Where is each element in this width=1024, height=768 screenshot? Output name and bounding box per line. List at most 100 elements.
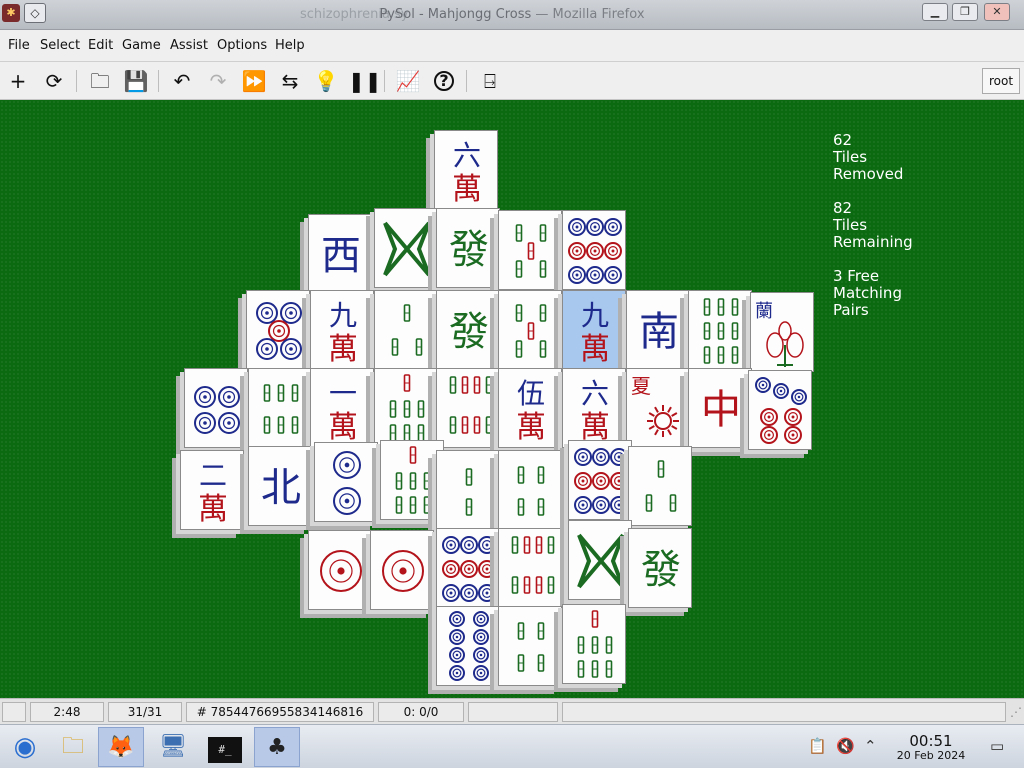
close-button[interactable]: ✕ xyxy=(984,3,1010,21)
maximize-button[interactable]: ❐ xyxy=(952,3,978,21)
tile-bamboo[interactable] xyxy=(568,520,632,600)
user-button[interactable]: root xyxy=(982,68,1020,94)
tile-wind[interactable]: 南 xyxy=(626,290,690,370)
pysol-icon[interactable]: ♣ xyxy=(254,727,300,767)
tile-char[interactable]: 伍萬 xyxy=(498,368,562,448)
tile-dragon[interactable]: 發 xyxy=(436,290,500,370)
rules-icon[interactable]: ? xyxy=(430,68,458,94)
tile-dragon[interactable]: 發 xyxy=(628,528,692,608)
toolbar-separator xyxy=(158,70,159,92)
tile-bamboo[interactable] xyxy=(498,450,562,530)
tile-bamboo[interactable] xyxy=(498,606,562,686)
tile-bamboo[interactable] xyxy=(498,290,562,370)
tile-circles[interactable] xyxy=(370,530,434,610)
tile-flower[interactable]: 蘭 xyxy=(750,292,814,372)
tile-bamboo[interactable] xyxy=(374,290,438,370)
resize-grip-icon[interactable]: ⋰ xyxy=(1010,705,1022,719)
chevron-up-icon[interactable]: ⌃ xyxy=(864,737,877,755)
tile-dragon[interactable]: 中 xyxy=(688,368,752,448)
tile-char[interactable]: 六萬 xyxy=(434,130,498,210)
tile-char[interactable]: 二萬 xyxy=(180,450,244,530)
svg-text:中: 中 xyxy=(701,387,741,433)
tile-bamboo[interactable] xyxy=(562,604,626,684)
menu-game[interactable]: Game xyxy=(122,38,161,53)
clock[interactable]: 00:51 20 Feb 2024 xyxy=(886,733,976,763)
svg-text:六: 六 xyxy=(453,139,481,172)
menu-select[interactable]: Select xyxy=(40,38,80,53)
show-desktop-icon[interactable]: ▭ xyxy=(990,737,1004,755)
tile-circles[interactable] xyxy=(246,290,310,370)
tile-bamboo[interactable] xyxy=(436,368,500,448)
menu-assist[interactable]: Assist xyxy=(170,38,208,53)
menu-options[interactable]: Options xyxy=(217,38,267,53)
tile-circles[interactable] xyxy=(568,440,632,520)
undo-icon[interactable]: ↶ xyxy=(168,68,196,94)
terminal-icon[interactable]: #_ xyxy=(202,727,248,767)
pause-icon[interactable]: ❚❚ xyxy=(348,68,382,94)
tile-circles[interactable] xyxy=(308,530,372,610)
tile-char[interactable]: 九萬 xyxy=(310,290,374,370)
new-game-icon[interactable]: + xyxy=(4,68,32,94)
tile-circles[interactable] xyxy=(562,210,626,290)
status-score: 0: 0/0 xyxy=(378,702,464,722)
tile-circles[interactable] xyxy=(748,370,812,450)
tile-wind[interactable]: 北 xyxy=(248,446,312,526)
clipboard-icon[interactable]: 📋 xyxy=(808,737,827,755)
svg-text:二: 二 xyxy=(199,459,227,492)
menu-edit[interactable]: Edit xyxy=(88,38,113,53)
tile-bamboo[interactable] xyxy=(498,528,562,608)
status-empty-1 xyxy=(468,702,558,722)
window-titlebar: ✱ ◇ schizophrenia sy PySol - Mahjongg Cr… xyxy=(0,0,1024,30)
tile-bamboo[interactable] xyxy=(628,446,692,526)
game-board: 六萬西發九萬發九萬南蘭一萬伍萬六萬夏中二萬北發 62 Tiles Removed 8… xyxy=(0,100,1024,698)
tile-bamboo[interactable] xyxy=(498,210,562,290)
tile-char[interactable]: 九萬 xyxy=(562,290,626,370)
stat-removed: 62 Tiles Removed xyxy=(833,131,904,183)
tile-bamboo[interactable] xyxy=(248,368,312,448)
autodrop-icon[interactable]: ⏩ xyxy=(240,68,268,94)
tile-wind[interactable]: 西 xyxy=(308,214,372,294)
svg-text:南: 南 xyxy=(639,309,679,355)
svg-text:九: 九 xyxy=(581,299,609,332)
tile-bamboo[interactable] xyxy=(688,290,752,370)
tile-circles[interactable] xyxy=(314,442,378,522)
tile-season[interactable]: 夏 xyxy=(626,368,690,448)
tile-circles[interactable] xyxy=(436,528,500,608)
tile-bamboo[interactable] xyxy=(374,368,438,448)
svg-text:發: 發 xyxy=(449,309,489,355)
tile-char[interactable]: 六萬 xyxy=(562,368,626,448)
tile-circles[interactable] xyxy=(436,606,500,686)
firefox-icon[interactable]: 🦊 xyxy=(98,727,144,767)
svg-text:發: 發 xyxy=(449,227,489,273)
control-panel-icon[interactable]: 🖥 xyxy=(150,727,196,767)
menu-help[interactable]: Help xyxy=(275,38,305,53)
menubar: File Select Edit Game Assist Options Hel… xyxy=(0,30,1024,62)
tile-bamboo[interactable] xyxy=(380,440,444,520)
tile-char[interactable]: 一萬 xyxy=(310,368,374,448)
tile-bamboo[interactable] xyxy=(374,208,438,288)
save-icon[interactable]: 💾 xyxy=(122,68,150,94)
quit-icon[interactable]: ⍈ xyxy=(476,68,504,94)
svg-text:萬: 萬 xyxy=(328,410,358,445)
status-empty-2 xyxy=(562,702,1006,722)
hint-icon[interactable]: 💡 xyxy=(312,68,340,94)
svg-text:蘭: 蘭 xyxy=(755,301,773,322)
tile-dragon[interactable]: 發 xyxy=(436,208,500,288)
open-icon[interactable]: 🗀 xyxy=(86,68,114,94)
tile-circles[interactable] xyxy=(184,368,248,448)
svg-text:一: 一 xyxy=(329,377,357,410)
volume-muted-icon[interactable]: 🔇 xyxy=(836,737,855,755)
start-orb-icon[interactable]: ◉ xyxy=(2,727,48,767)
shuffle-icon[interactable]: ⇆ xyxy=(276,68,304,94)
file-manager-icon[interactable]: 🗀 xyxy=(50,727,96,767)
restart-icon[interactable]: ⟳ xyxy=(40,68,68,94)
minimize-button[interactable]: ▁ xyxy=(922,3,948,21)
toolbar-separator xyxy=(384,70,385,92)
status-game-number: # 78544766955834146816 xyxy=(186,702,374,722)
svg-text:九: 九 xyxy=(329,299,357,332)
statistics-icon[interactable]: 📈 xyxy=(394,68,422,94)
status-time: 2:48 xyxy=(30,702,104,722)
menu-file[interactable]: File xyxy=(8,38,30,53)
tile-bamboo[interactable] xyxy=(436,450,500,530)
redo-icon[interactable]: ↷ xyxy=(204,68,232,94)
